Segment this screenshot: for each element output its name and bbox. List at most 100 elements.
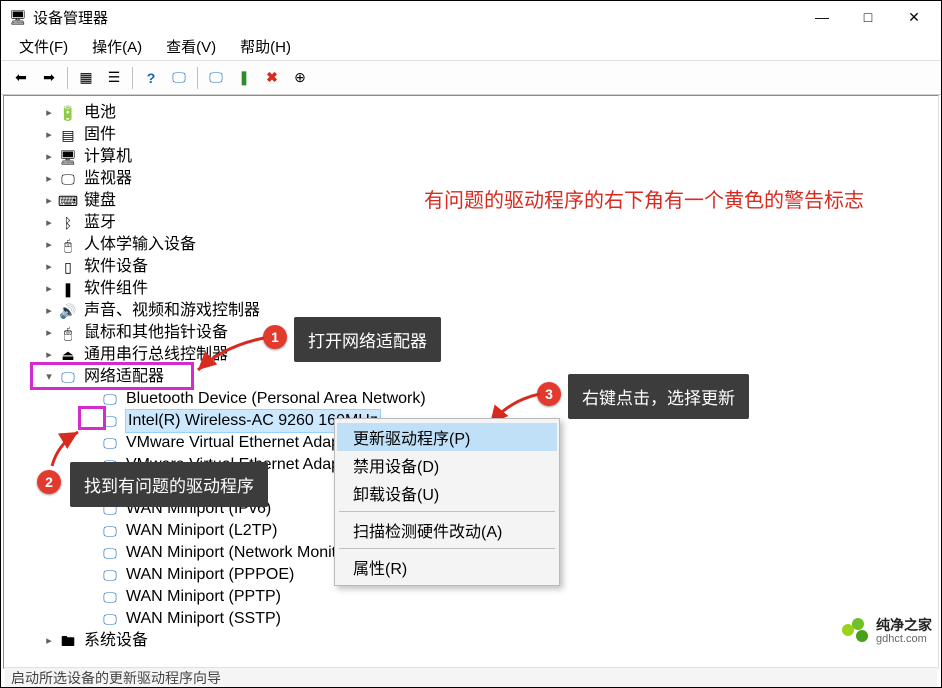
tree-device[interactable]: 🖵 Bluetooth Device (Personal Area Networ… — [4, 388, 938, 410]
toolbar-separator — [67, 67, 68, 89]
tree-device[interactable]: 🖵 WAN Miniport (PPTP) — [4, 586, 938, 608]
expand-icon[interactable] — [40, 256, 58, 278]
tree-label: 电池 — [84, 102, 116, 124]
tree-category[interactable]: 🖱 鼠标和其他指针设备 — [4, 322, 938, 344]
computer-icon: 🖥 — [58, 148, 78, 166]
tree-label: 固件 — [84, 124, 116, 146]
show-hidden-button[interactable]: ▦ — [72, 65, 100, 91]
tree-category-network[interactable]: 🖵 网络适配器 — [4, 366, 938, 388]
toolbar: ⬅ ➡ ▦ ☰ ? 🖵 🖵 ❚ ✖ ⊕ — [1, 61, 941, 95]
maximize-button[interactable]: □ — [845, 1, 891, 33]
ctx-properties[interactable]: 属性(R) — [337, 553, 557, 581]
disable-button[interactable]: ✖ — [258, 65, 286, 91]
tree-label: WAN Miniport (L2TP) — [126, 520, 277, 542]
annotation-text-3: 右键点击，选择更新 — [568, 374, 749, 419]
menu-action[interactable]: 操作(A) — [82, 33, 152, 60]
tree-category[interactable]: 🖥 计算机 — [4, 146, 938, 168]
tree-category[interactable]: ❚ 软件组件 — [4, 278, 938, 300]
network-device-icon: 🖵 — [100, 588, 120, 606]
monitor-refresh-icon: 🖵 — [172, 69, 186, 86]
status-text: 启动所选设备的更新驱动程序向导 — [11, 668, 221, 688]
watermark-icon — [842, 618, 870, 646]
expand-icon[interactable] — [40, 344, 58, 366]
grid-icon: ▦ — [79, 69, 92, 86]
tree-category[interactable]: 🔋 电池 — [4, 102, 938, 124]
annotation-bubble-2: 2 — [37, 470, 61, 494]
tree-category[interactable]: 🖿 系统设备 — [4, 630, 938, 652]
watermark-name: 纯净之家 — [876, 618, 932, 632]
tree-category[interactable]: ▤ 固件 — [4, 124, 938, 146]
collapse-icon[interactable] — [40, 366, 58, 388]
monitor-up-icon: 🖵 — [209, 69, 223, 86]
tree-label: Bluetooth Device (Personal Area Network) — [126, 388, 426, 410]
network-device-icon: 🖵 — [100, 522, 120, 540]
monitor-icon: 🖵 — [58, 170, 78, 188]
expand-icon[interactable] — [40, 212, 58, 234]
forward-button[interactable]: ➡ — [35, 65, 63, 91]
annotation-text-2: 找到有问题的驱动程序 — [70, 462, 268, 507]
expand-icon[interactable] — [40, 300, 58, 322]
back-button[interactable]: ⬅ — [7, 65, 35, 91]
tree-label: 计算机 — [84, 146, 132, 168]
tree-category[interactable]: ⏏ 通用串行总线控制器 — [4, 344, 938, 366]
properties-button[interactable]: ☰ — [100, 65, 128, 91]
annotation-text-1: 打开网络适配器 — [294, 317, 441, 362]
menu-help[interactable]: 帮助(H) — [230, 33, 301, 60]
menu-view[interactable]: 查看(V) — [156, 33, 226, 60]
help-button[interactable]: ? — [137, 65, 165, 91]
ctx-uninstall-device[interactable]: 卸载设备(U) — [337, 479, 557, 507]
list-icon: ☰ — [108, 69, 121, 86]
menu-file[interactable]: 文件(F) — [9, 33, 78, 60]
arrow-right-icon: ➡ — [43, 69, 55, 86]
annotation-bubble-1: 1 — [263, 325, 287, 349]
tree-category[interactable]: 🔊 声音、视频和游戏控制器 — [4, 300, 938, 322]
close-button[interactable]: ✕ — [891, 1, 937, 33]
annotation-bubble-3: 3 — [537, 382, 561, 406]
keyboard-icon: ⌨ — [58, 192, 78, 210]
expand-icon[interactable] — [40, 630, 58, 652]
toolbar-separator — [197, 67, 198, 89]
sound-icon: 🔊 — [58, 302, 78, 320]
tree-category[interactable]: 🖰 人体学输入设备 — [4, 234, 938, 256]
expand-icon[interactable] — [40, 146, 58, 168]
scan-button[interactable]: 🖵 — [165, 65, 193, 91]
tree-category[interactable]: ᛒ 蓝牙 — [4, 212, 938, 234]
software-component-icon: ❚ — [58, 280, 78, 298]
network-device-icon: 🖵 — [100, 610, 120, 628]
ctx-scan-hardware[interactable]: 扫描检测硬件改动(A) — [337, 516, 557, 544]
tree-label: 网络适配器 — [84, 366, 164, 388]
hid-icon: 🖰 — [58, 236, 78, 254]
arrow-left-icon: ⬅ — [15, 69, 27, 86]
down-circle-icon: ⊕ — [294, 69, 306, 86]
window-buttons: — □ ✕ — [799, 1, 937, 33]
network-device-icon: 🖵 — [100, 566, 120, 584]
enable-button[interactable]: ⊕ — [286, 65, 314, 91]
tree-label: WAN Miniport (PPTP) — [126, 586, 281, 608]
ctx-separator — [339, 511, 555, 512]
tree-category[interactable]: ▯ 软件设备 — [4, 256, 938, 278]
ctx-disable-device[interactable]: 禁用设备(D) — [337, 451, 557, 479]
tree-device[interactable]: 🖵 WAN Miniport (SSTP) — [4, 608, 938, 630]
tree-label: 软件组件 — [84, 278, 148, 300]
tree-label: 监视器 — [84, 168, 132, 190]
expand-icon[interactable] — [40, 322, 58, 344]
ctx-update-driver[interactable]: 更新驱动程序(P) — [337, 423, 557, 451]
question-icon: ? — [147, 70, 156, 86]
expand-icon[interactable] — [40, 234, 58, 256]
network-device-icon: 🖵 — [100, 412, 120, 430]
update-driver-button[interactable]: 🖵 — [202, 65, 230, 91]
minimize-button[interactable]: — — [799, 1, 845, 33]
tree-label: VMware Virtual Ethernet Adap — [126, 432, 340, 454]
expand-icon[interactable] — [40, 102, 58, 124]
expand-icon[interactable] — [40, 168, 58, 190]
tree-label: 通用串行总线控制器 — [84, 344, 228, 366]
menubar: 文件(F) 操作(A) 查看(V) 帮助(H) — [1, 33, 941, 61]
expand-icon[interactable] — [40, 124, 58, 146]
device-tree-panel: 🔋 电池 ▤ 固件 🖥 计算机 🖵 监视器 ⌨ 键盘 ᛒ 蓝牙 🖰 人体学输入设… — [3, 95, 939, 669]
mouse-icon: 🖱 — [58, 324, 78, 342]
tree-label: 键盘 — [84, 190, 116, 212]
expand-icon[interactable] — [40, 190, 58, 212]
expand-icon[interactable] — [40, 278, 58, 300]
uninstall-button[interactable]: ❚ — [230, 65, 258, 91]
tree-label: WAN Miniport (Network Monit — [126, 542, 336, 564]
